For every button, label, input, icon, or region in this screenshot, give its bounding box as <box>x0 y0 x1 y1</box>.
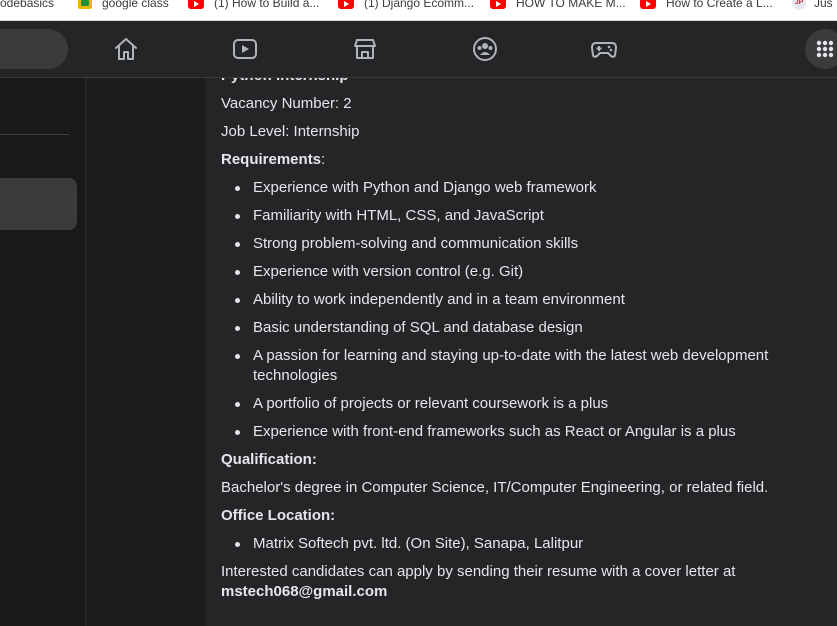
sidebar-item-selected[interactable] <box>0 178 77 230</box>
youtube-icon <box>188 0 204 9</box>
requirements-colon: : <box>321 151 326 168</box>
bookmark-youtube-3[interactable]: HOW TO MAKE M... <box>490 0 626 11</box>
list-item: Ability to work independently and in a t… <box>221 290 817 310</box>
marketplace-icon[interactable] <box>351 35 379 63</box>
bookmark-label: codebasics <box>0 0 55 10</box>
bookmark-profile[interactable]: JP Jus <box>792 0 833 11</box>
list-item: Familiarity with HTML, CSS, and JavaScri… <box>221 206 817 226</box>
apply-text: Interested candidates can apply by sendi… <box>221 563 736 580</box>
groups-icon[interactable] <box>471 35 499 63</box>
youtube-icon <box>338 0 354 9</box>
bookmark-youtube-4[interactable]: How to Create a L... <box>640 0 773 11</box>
post-title: Python Internship <box>221 78 817 86</box>
job-level: Job Level: Internship <box>221 123 360 140</box>
requirements-label: Requirements <box>221 151 322 168</box>
requirements-heading: Requirements: <box>221 150 817 170</box>
list-item: Experience with Python and Django web fr… <box>221 178 817 198</box>
bookmark-label: Jus <box>814 0 833 10</box>
apply-instructions: Interested candidates can apply by sendi… <box>221 562 817 602</box>
search-input[interactable] <box>0 29 68 69</box>
bookmark-google-class[interactable]: google class <box>78 0 169 11</box>
gaming-icon[interactable] <box>590 35 618 63</box>
youtube-icon <box>640 0 656 9</box>
bookmark-codebasics[interactable]: codebasics <box>0 0 54 11</box>
requirements-list: Experience with Python and Django web fr… <box>221 178 817 442</box>
google-classroom-icon <box>78 0 92 9</box>
youtube-icon <box>490 0 506 9</box>
left-sidebar <box>0 78 86 626</box>
list-item: A portfolio of projects or relevant cour… <box>221 394 817 414</box>
list-item: Strong problem-solving and communication… <box>221 234 817 254</box>
qualification-heading: Qualification: <box>221 451 317 468</box>
bookmark-label: (1) How to Build a... <box>214 0 320 10</box>
office-location-list: Matrix Softech pvt. ltd. (On Site), Sana… <box>221 534 817 554</box>
feed-gutter <box>86 78 205 626</box>
post-content: Python Internship Vacancy Number: 2 Job … <box>205 78 837 626</box>
menu-grid-icon[interactable] <box>805 29 837 69</box>
bookmark-label: (1) Django Ecomm... <box>364 0 475 10</box>
top-navbar <box>0 21 837 78</box>
vacancy-number: Vacancy Number: 2 <box>221 95 352 112</box>
profile-icon: JP <box>792 0 806 10</box>
watch-icon[interactable] <box>231 35 259 63</box>
bookmark-youtube-2[interactable]: (1) Django Ecomm... <box>338 0 474 11</box>
list-item: Matrix Softech pvt. ltd. (On Site), Sana… <box>221 534 817 554</box>
list-item: A passion for learning and staying up-to… <box>221 346 793 386</box>
contact-email[interactable]: mstech068@gmail.com <box>221 582 817 602</box>
list-item: Experience with front-end frameworks suc… <box>221 422 817 442</box>
office-location-heading: Office Location: <box>221 507 336 524</box>
list-item: Experience with version control (e.g. Gi… <box>221 262 817 282</box>
bookmark-label: How to Create a L... <box>666 0 773 10</box>
sidebar-divider <box>0 134 69 135</box>
bookmark-label: HOW TO MAKE M... <box>516 0 626 10</box>
qualification-text: Bachelor's degree in Computer Science, I… <box>221 479 769 496</box>
bookmarks-bar: codebasics google class (1) How to Build… <box>0 0 837 21</box>
list-item: Basic understanding of SQL and database … <box>221 318 817 338</box>
bookmark-youtube-1[interactable]: (1) How to Build a... <box>188 0 319 11</box>
bookmark-label: google class <box>102 0 169 10</box>
home-icon[interactable] <box>112 35 140 63</box>
